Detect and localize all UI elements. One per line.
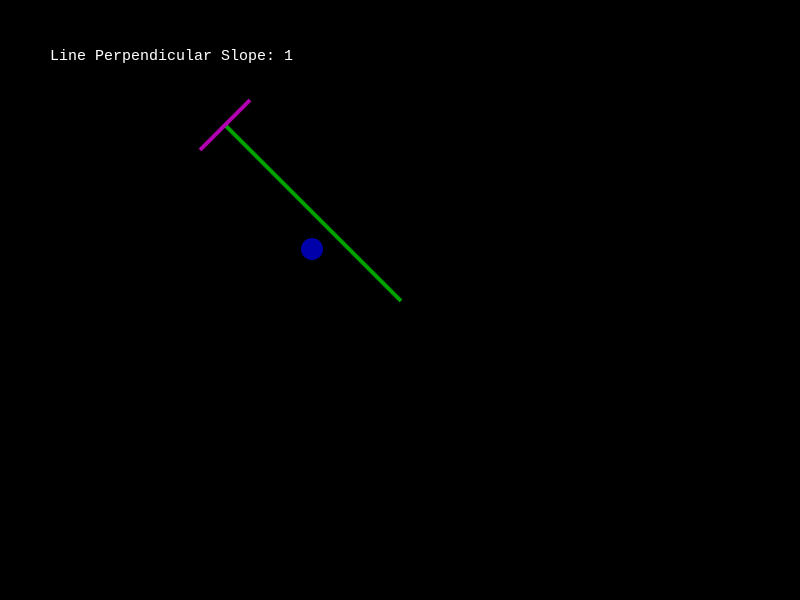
main-line: [223, 123, 403, 303]
scene-graphics: [198, 98, 403, 303]
game-canvas[interactable]: Line Perpendicular Slope: 1: [0, 0, 800, 600]
ball[interactable]: [301, 238, 323, 260]
